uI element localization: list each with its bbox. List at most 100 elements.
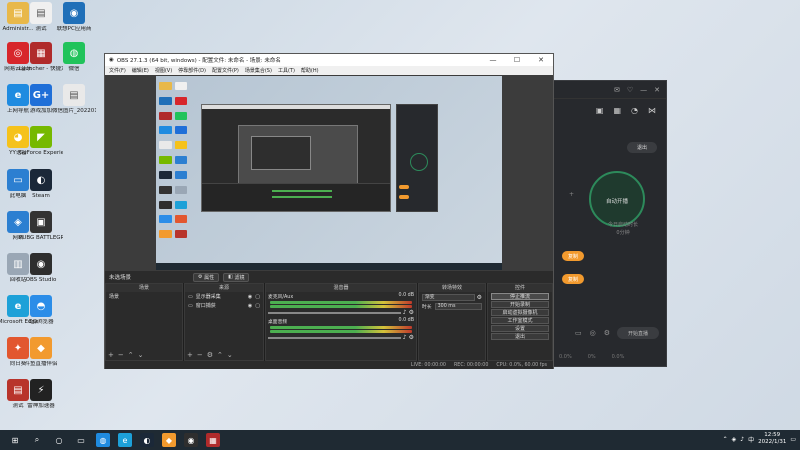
desktop-icon-label: 斗鱼直播伴侣 xyxy=(24,361,58,367)
eye-icon[interactable]: ◉ xyxy=(248,303,252,309)
desktop-icon[interactable]: ◆ 斗鱼直播伴侣 xyxy=(19,337,63,368)
remove-icon[interactable]: − xyxy=(118,351,124,359)
desktop-icon[interactable]: ◍ 微信 xyxy=(52,42,96,73)
speaker-icon[interactable]: ♪ xyxy=(403,334,407,341)
taskbar-app[interactable]: ▦ xyxy=(206,433,220,447)
control-button[interactable]: 工作室模式 xyxy=(491,317,549,324)
close-button[interactable]: ✕ xyxy=(529,56,553,64)
transition-select[interactable]: 渐变 xyxy=(422,294,475,301)
ime-icon[interactable]: 中 xyxy=(748,435,754,444)
taskbar-app[interactable]: ⊞ xyxy=(8,433,22,447)
control-button[interactable]: 启动虚拟摄像机 xyxy=(491,309,549,316)
clock[interactable]: 12:59 2022/1/31 xyxy=(758,432,786,446)
desktop-icon[interactable]: ⚡ 雷神加速器 xyxy=(19,379,63,410)
taskbar-app[interactable]: ⌕ xyxy=(30,433,44,447)
bag-icon[interactable]: ▣ xyxy=(596,106,604,115)
menu-item[interactable]: 帮助(H) xyxy=(301,67,319,74)
menu-item[interactable]: 工具(T) xyxy=(278,67,295,74)
taskbar-app[interactable]: ◆ xyxy=(162,433,176,447)
add-icon[interactable]: + xyxy=(108,351,114,359)
volume-icon[interactable]: ♪ xyxy=(740,436,744,443)
copy-button-1[interactable]: 复制 xyxy=(562,251,584,261)
chevron-up-icon[interactable]: ⌃ xyxy=(723,436,728,443)
desktop-icon[interactable]: ▤ 微信图片_2022013... xyxy=(52,84,96,115)
menu-item[interactable]: 文件(F) xyxy=(109,67,126,74)
down-icon[interactable]: ⌄ xyxy=(227,351,233,359)
nested-docks xyxy=(202,183,390,211)
channel-db: 0.0 dB xyxy=(398,293,415,298)
taskbar-app[interactable]: e xyxy=(118,433,132,447)
settings-icon[interactable]: ⚙ xyxy=(604,329,610,337)
obs-preview[interactable] xyxy=(105,75,553,271)
menu-item[interactable]: 停靠部件(D) xyxy=(178,67,206,74)
gear-icon[interactable]: ⚙ xyxy=(409,334,414,341)
gear-icon[interactable]: ⚙ xyxy=(477,294,482,301)
control-button[interactable]: 开始录制 xyxy=(491,301,549,308)
app-icon: ◤ xyxy=(30,126,52,148)
add-icon[interactable]: + xyxy=(187,351,193,359)
desktop-icon[interactable]: ◉ 联想PC应用商 xyxy=(52,2,96,33)
preview-icon xyxy=(159,126,172,135)
logout-button[interactable]: 退出 xyxy=(627,142,657,153)
desktop-icon[interactable]: ◤ GeForce Experience xyxy=(19,126,63,157)
duration-input[interactable]: 300 ms xyxy=(434,303,482,310)
taskbar-app[interactable]: ▭ xyxy=(74,433,88,447)
notification-icon[interactable]: ▭ xyxy=(790,436,796,443)
up-icon[interactable]: ⌃ xyxy=(128,351,134,359)
menu-item[interactable]: 配置文件(P) xyxy=(212,67,239,74)
copy-button-2[interactable]: 复制 xyxy=(562,274,584,284)
control-button[interactable]: 设置 xyxy=(491,325,549,332)
minimize-button[interactable]: — xyxy=(481,56,505,64)
desktop-icon[interactable]: ◉ OBS Studio xyxy=(19,253,63,284)
start-live-button[interactable]: 开始直播 xyxy=(617,327,659,339)
maximize-button[interactable]: ☐ xyxy=(505,56,529,64)
gear-icon[interactable]: ⚙ xyxy=(409,309,414,316)
preview-icon xyxy=(174,82,187,90)
menu-item[interactable]: 视图(V) xyxy=(155,67,172,74)
lock-icon[interactable]: ▦ xyxy=(613,106,621,115)
source-item[interactable]: ▭ 显示器采集 ◉ ▢ xyxy=(185,292,263,301)
down-icon[interactable]: ⌄ xyxy=(138,351,144,359)
speaker-icon[interactable]: ♪ xyxy=(403,309,407,316)
scene-item[interactable]: 场景 xyxy=(106,292,182,301)
share-icon[interactable]: ⋈ xyxy=(648,106,656,115)
taskbar-app[interactable]: ○ xyxy=(52,433,66,447)
properties-button[interactable]: ⚙ 属性 xyxy=(193,272,220,282)
gift-icon[interactable]: ✉ xyxy=(614,86,620,94)
camera-icon[interactable]: ▭ xyxy=(575,329,582,337)
eye-icon[interactable]: ◉ xyxy=(248,294,252,300)
auto-start-circle[interactable]: 自动开播 xyxy=(589,171,645,227)
control-button[interactable]: 停止推流 xyxy=(491,293,549,300)
network-icon[interactable]: ◈ xyxy=(732,436,737,443)
up-icon[interactable]: ⌃ xyxy=(217,351,223,359)
obs-window[interactable]: ◉ OBS 27.1.3 (64 bit, windows) - 配置文件: 未… xyxy=(104,53,554,369)
menu-item[interactable]: 场景集合(S) xyxy=(245,67,272,74)
heart-icon[interactable]: ♡ xyxy=(627,86,633,94)
mic-icon[interactable]: ◎ xyxy=(590,329,596,337)
lock-icon[interactable]: ▢ xyxy=(255,303,260,309)
gear-icon[interactable]: ⚙ xyxy=(207,351,213,359)
desktop-icon[interactable]: ▣ PUBG BATTLEGR... xyxy=(19,211,63,242)
channel-name: 桌面音频 xyxy=(268,320,288,325)
controls-dock-title: 控件 xyxy=(488,284,552,292)
remove-icon[interactable]: − xyxy=(197,351,203,359)
taskbar-app[interactable]: ◍ xyxy=(96,433,110,447)
volume-slider[interactable] xyxy=(268,336,401,339)
control-button[interactable]: 退出 xyxy=(491,333,549,340)
taskbar-app[interactable]: ◉ xyxy=(184,433,198,447)
background-app-window[interactable]: ✉ ♡ — ✕ ▣ ▦ ◔ ⋈ 退出 自动开播 + 今日启动时长 0分钟 复制 … xyxy=(548,80,667,367)
volume-slider[interactable] xyxy=(268,311,401,314)
sources-dock-title: 来源 xyxy=(185,284,263,292)
filters-button[interactable]: ◧ 滤镜 xyxy=(223,272,250,282)
desktop-icon[interactable]: ◓ QQ浏览器 xyxy=(19,295,63,326)
bell-icon[interactable]: ◔ xyxy=(631,106,638,115)
stat-1: 0.0% xyxy=(559,354,572,360)
scenes-dock: 场景 场景 + − ⌃ ⌄ xyxy=(105,283,183,361)
desktop-icon[interactable]: ◐ Steam xyxy=(19,169,63,200)
taskbar-app[interactable]: ◐ xyxy=(140,433,154,447)
close-icon[interactable]: ✕ xyxy=(654,86,660,94)
source-item[interactable]: ▭ 窗口捕获 ◉ ▢ xyxy=(185,301,263,310)
menu-item[interactable]: 编辑(E) xyxy=(132,67,149,74)
minimize-icon[interactable]: — xyxy=(640,86,647,94)
lock-icon[interactable]: ▢ xyxy=(255,294,260,300)
